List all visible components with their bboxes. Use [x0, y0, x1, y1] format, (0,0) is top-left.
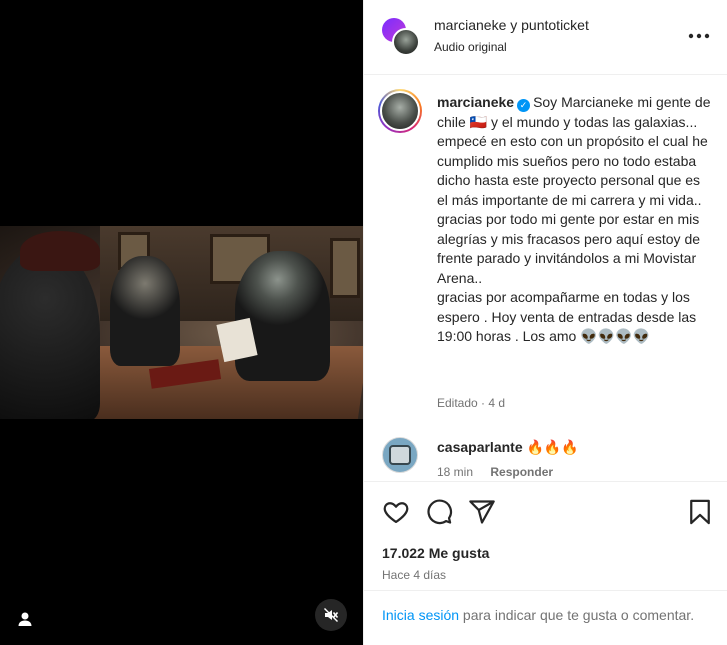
share-button[interactable]	[468, 498, 496, 526]
comment-bubble-icon	[427, 499, 452, 525]
post-details-panel: marcianeke y puntoticket Audio original …	[363, 0, 727, 645]
avatar	[392, 28, 420, 56]
video-person-right	[235, 251, 330, 381]
caption-text: Soy Marcianeke mi gente de chile 🇨🇱 y el…	[437, 94, 711, 344]
send-paper-plane-icon	[469, 500, 495, 524]
likes-count[interactable]: 17.022 Me gusta	[382, 545, 489, 561]
comment-item: casaparlante 🔥🔥🔥	[437, 439, 579, 456]
login-prompt: Inicia sesión para indicar que te gusta …	[364, 590, 727, 639]
comment-button[interactable]	[425, 498, 453, 526]
tagged-user-icon[interactable]	[16, 610, 34, 628]
more-options-button[interactable]	[686, 24, 712, 48]
comment-text: 🔥🔥🔥	[526, 439, 579, 455]
video-player[interactable]	[0, 0, 363, 645]
comments-section[interactable]: marcianeke ✓ Soy Marcianeke mi gente de ch…	[364, 76, 727, 480]
post-author-names[interactable]: marcianeke y puntoticket	[434, 17, 589, 33]
video-person-cap	[20, 231, 100, 271]
caption-username[interactable]: marcianeke	[437, 94, 514, 110]
video-person-center	[110, 256, 180, 366]
reply-button[interactable]: Responder	[490, 465, 553, 479]
mute-toggle-button[interactable]	[315, 599, 347, 631]
audio-label[interactable]: Audio original	[434, 40, 507, 54]
comment-avatar[interactable]	[382, 437, 418, 473]
verified-badge-icon: ✓	[517, 99, 531, 112]
speaker-muted-icon	[324, 608, 339, 622]
login-prompt-text: para indicar que te gusta o comentar.	[459, 607, 695, 623]
ellipsis-icon	[688, 33, 710, 39]
caption-avatar[interactable]	[378, 89, 422, 133]
video-frame	[0, 226, 363, 419]
like-button[interactable]	[382, 498, 410, 526]
bookmark-icon	[690, 499, 710, 525]
video-person-left	[0, 246, 100, 419]
caption-meta: Editado · 4 d	[437, 396, 506, 410]
post-header: marcianeke y puntoticket Audio original	[364, 0, 727, 75]
collab-avatars[interactable]	[382, 18, 420, 56]
post-date: Hace 4 días	[382, 568, 447, 582]
comment-meta: 18 min Responder	[437, 465, 553, 479]
heart-icon	[383, 502, 409, 524]
login-link[interactable]: Inicia sesión	[382, 607, 459, 623]
comment-username[interactable]: casaparlante	[437, 439, 523, 455]
video-wall-picture	[330, 238, 360, 298]
save-button[interactable]	[686, 498, 714, 526]
caption: marcianeke ✓ Soy Marcianeke mi gente de ch…	[437, 93, 712, 347]
comment-time[interactable]: 18 min	[437, 465, 473, 479]
action-bar: 17.022 Me gusta Hace 4 días Inicia sesió…	[364, 481, 727, 645]
